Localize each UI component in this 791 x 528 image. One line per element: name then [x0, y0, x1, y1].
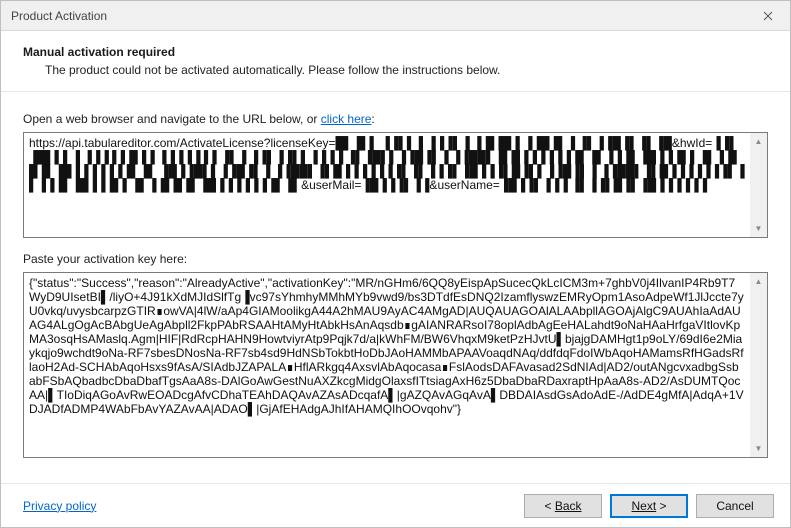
key-label: Paste your activation key here: [23, 252, 768, 266]
close-icon [763, 11, 773, 21]
next-button[interactable]: Next > [610, 494, 688, 518]
next-label: Next [631, 499, 656, 513]
key-scrollbar[interactable]: ▲ ▼ [750, 273, 767, 457]
url-textbox[interactable]: https://api.tabulareditor.com/ActivateLi… [23, 132, 768, 238]
scroll-down-icon[interactable]: ▼ [750, 440, 767, 457]
titlebar: Product Activation [1, 1, 790, 31]
activation-key-text[interactable]: {"status":"Success","reason":"AlreadyAct… [24, 273, 750, 457]
url-text[interactable]: https://api.tabulareditor.com/ActivateLi… [24, 133, 750, 237]
page-title: Manual activation required [23, 45, 768, 59]
url-label-prefix: Open a web browser and navigate to the U… [23, 112, 321, 126]
button-row: < Back Next > Cancel [524, 494, 774, 518]
url-label-suffix: : [371, 112, 374, 126]
activation-key-textbox[interactable]: {"status":"Success","reason":"AlreadyAct… [23, 272, 768, 458]
click-here-link[interactable]: click here [321, 112, 372, 126]
scroll-up-icon[interactable]: ▲ [750, 133, 767, 150]
scroll-down-icon[interactable]: ▼ [750, 220, 767, 237]
cancel-button[interactable]: Cancel [696, 494, 774, 518]
window-title: Product Activation [11, 9, 107, 23]
wizard-header: Manual activation required The product c… [1, 31, 790, 92]
wizard-footer: Privacy policy < Back Next > Cancel [1, 483, 790, 527]
url-scrollbar[interactable]: ▲ ▼ [750, 133, 767, 237]
content-area: Open a web browser and navigate to the U… [1, 92, 790, 458]
page-subtitle: The product could not be activated autom… [23, 63, 768, 77]
back-button[interactable]: < Back [524, 494, 602, 518]
back-label: Back [555, 499, 582, 513]
privacy-policy-link[interactable]: Privacy policy [23, 499, 96, 513]
url-label: Open a web browser and navigate to the U… [23, 112, 768, 126]
scroll-up-icon[interactable]: ▲ [750, 273, 767, 290]
close-button[interactable] [745, 1, 790, 31]
